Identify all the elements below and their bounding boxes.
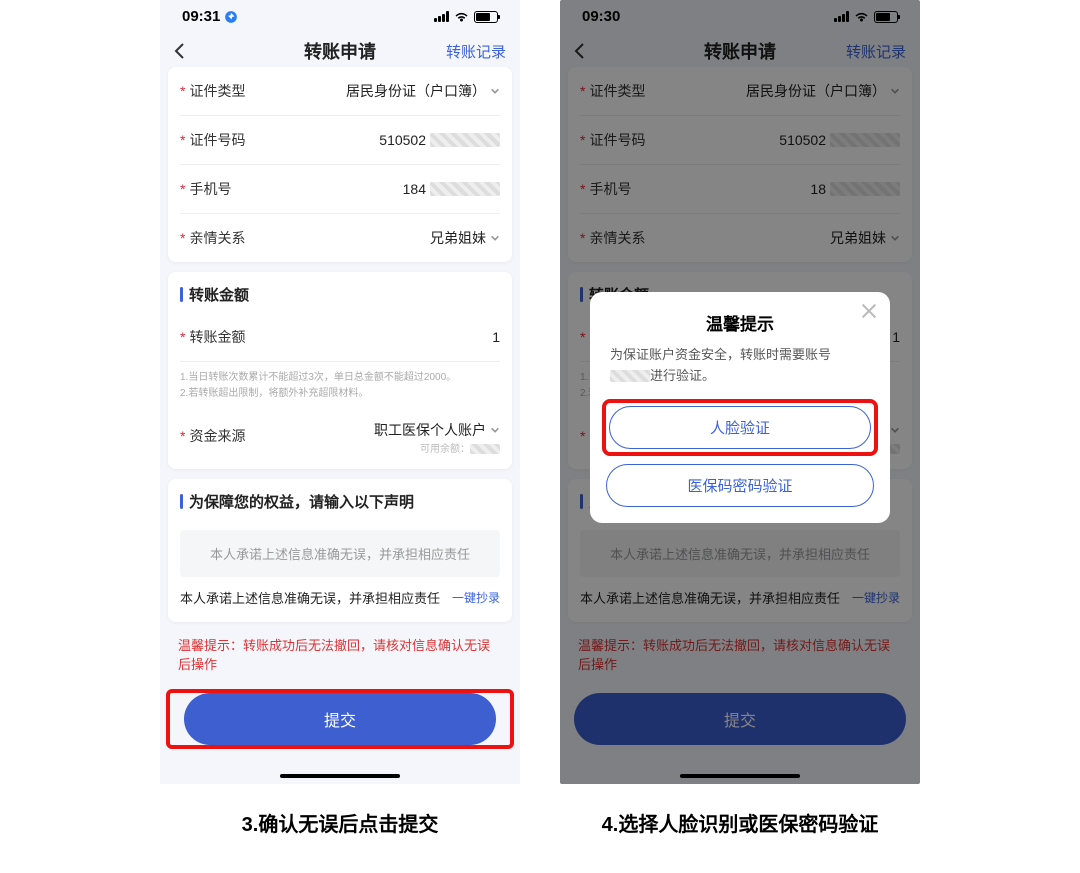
section-title-amount: 转账金额	[180, 272, 500, 313]
face-verify-button[interactable]: 人脸验证	[609, 406, 871, 449]
page-header: 转账申请 转账记录	[160, 29, 520, 73]
declaration-input[interactable]: 本人承诺上述信息准确无误，并承担相应责任 一键抄录	[180, 589, 500, 622]
battery-icon	[474, 11, 498, 23]
section-title-declaration: 为保障您的权益，请输入以下声明	[180, 479, 500, 520]
chevron-down-icon	[490, 425, 500, 435]
warning-text: 温馨提示：转账成功后无法撤回，请核对信息确认无误后操作	[160, 632, 520, 687]
field-phone[interactable]: *手机号 184	[180, 165, 500, 214]
status-time: 09:31	[182, 8, 220, 25]
phone-screenshot-1: 09:31 转账申请 转账记录 *证件类型 居民身份证（户口簿）	[160, 0, 520, 784]
status-bar: 09:31	[160, 0, 520, 29]
password-verify-button[interactable]: 医保码密码验证	[606, 464, 874, 507]
declaration-template: 本人承诺上述信息准确无误，并承担相应责任	[180, 530, 500, 577]
close-icon[interactable]	[860, 302, 878, 320]
caption-2: 4.选择人脸识别或医保密码验证	[602, 808, 879, 837]
field-cert-type[interactable]: *证件类型 居民身份证（户口簿）	[180, 67, 500, 116]
declaration-card: 为保障您的权益，请输入以下声明 本人承诺上述信息准确无误，并承担相应责任 本人承…	[168, 479, 512, 622]
phone-screenshot-2: 09:30 转账申请 转账记录 *证件类型居民身份证（户口簿） *证件号码510…	[560, 0, 920, 784]
chevron-down-icon	[490, 86, 500, 96]
field-relationship[interactable]: *亲情关系 兄弟姐妹	[180, 214, 500, 262]
masked-text	[610, 370, 650, 382]
amount-tips: 1.当日转账次数累计不能超过3次，单日总金额不能超过2000。 2.若转账超出限…	[180, 362, 500, 406]
records-link[interactable]: 转账记录	[446, 41, 506, 62]
location-icon	[224, 10, 238, 24]
field-cert-no[interactable]: *证件号码 510502	[180, 116, 500, 165]
signal-icon	[434, 11, 449, 22]
wifi-icon	[454, 11, 469, 23]
amount-card: 转账金额 *转账金额 1 1.当日转账次数累计不能超过3次，单日总金额不能超过2…	[168, 272, 512, 469]
page-title: 转账申请	[304, 38, 376, 64]
field-transfer-amount[interactable]: *转账金额 1	[180, 313, 500, 362]
highlight-box: 人脸验证	[606, 403, 874, 452]
chevron-down-icon	[490, 233, 500, 243]
modal-title: 温馨提示	[606, 310, 874, 335]
copy-button[interactable]: 一键抄录	[452, 589, 500, 608]
submit-button[interactable]: 提交	[184, 693, 496, 745]
home-indicator	[280, 774, 400, 778]
verification-modal: 温馨提示 为保证账户资金安全，转账时需要账号进行验证。 人脸验证 医保码密码验证	[590, 292, 890, 523]
personal-info-card: *证件类型 居民身份证（户口簿） *证件号码 510502 *手机号 184 *…	[168, 67, 512, 262]
back-icon[interactable]	[170, 41, 190, 61]
field-fund-source[interactable]: *资金来源 职工医保个人账户 可用余额：	[180, 406, 500, 469]
masked-text	[430, 182, 500, 196]
caption-1: 3.确认无误后点击提交	[242, 808, 439, 837]
available-balance: 可用余额：	[374, 440, 500, 455]
modal-text: 为保证账户资金安全，转账时需要账号进行验证。	[606, 345, 874, 387]
masked-text	[430, 133, 500, 147]
